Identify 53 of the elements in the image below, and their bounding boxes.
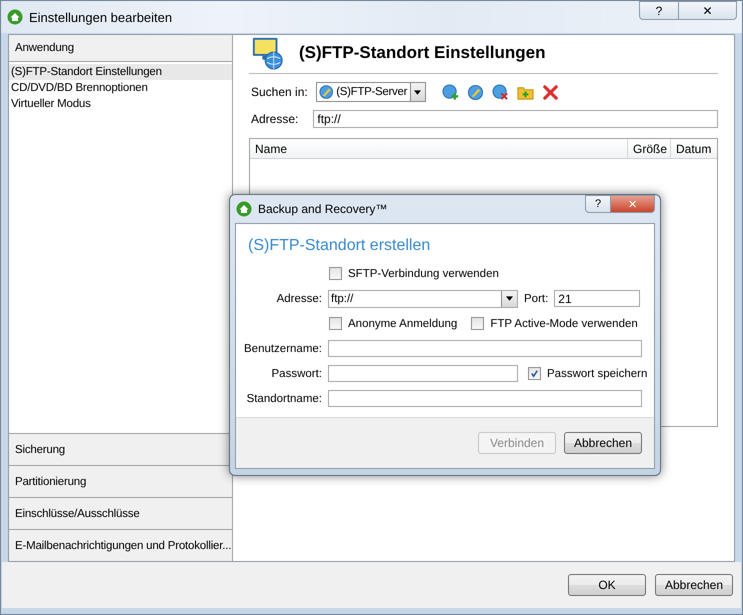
password-field[interactable]: [328, 365, 518, 382]
checkbox-label: FTP Active-Mode verwenden: [490, 318, 638, 330]
dialog-title: Backup and Recovery™: [258, 202, 388, 216]
section-header[interactable]: E-Mailbenachrichtigungen und Protokollier...: [9, 529, 232, 561]
help-button[interactable]: ?: [639, 1, 679, 20]
column-header[interactable]: Größe: [628, 139, 671, 158]
location-dropdown[interactable]: (S)FTP-Server: [316, 82, 426, 102]
help-button[interactable]: ?: [585, 195, 611, 213]
checkbox[interactable]: [329, 267, 342, 280]
checkbox[interactable]: [528, 367, 541, 380]
section-header[interactable]: Anwendung: [9, 35, 232, 62]
field-label: Passwort:: [270, 368, 322, 380]
location-name-field[interactable]: [328, 390, 642, 407]
field-label: Standortname:: [246, 392, 322, 404]
checkbox-label: Anonyme Anmeldung: [348, 318, 458, 330]
globe-delete-icon[interactable]: [492, 84, 509, 100]
field-label: Adresse:: [251, 112, 298, 126]
window-title: Einstellungen bearbeiten: [29, 10, 172, 24]
column-header[interactable]: Name: [250, 139, 628, 158]
section-header[interactable]: Sicherung: [9, 433, 232, 465]
globe-pencil-icon[interactable]: [466, 84, 484, 100]
globe-plus-icon[interactable]: [442, 84, 459, 100]
close-button[interactable]: ✕: [679, 1, 737, 20]
address-field[interactable]: ftp://: [313, 110, 718, 128]
checkbox[interactable]: [329, 317, 342, 330]
checkbox-label: Passwort speichern: [547, 368, 648, 380]
app-icon: [7, 9, 23, 25]
dialog-heading: (S)FTP-Standort erstellen: [247, 236, 432, 256]
field-label: Adresse:: [276, 292, 322, 304]
sidebar-item[interactable]: CD/DVD/BD Brennoptionen: [9, 80, 232, 96]
checkbox-label: SFTP-Verbindung verwenden: [348, 268, 499, 280]
port-field[interactable]: 21: [554, 290, 640, 307]
dialog-button[interactable]: OK: [568, 574, 646, 596]
field-label: Suchen in:: [251, 85, 308, 99]
address-dropdown[interactable]: ftp://: [328, 290, 518, 308]
sidebar-item[interactable]: Virtueller Modus: [9, 96, 232, 112]
caret-icon: [414, 90, 422, 94]
delete-icon[interactable]: [542, 84, 559, 100]
column-header[interactable]: Datum: [671, 139, 717, 158]
globe-icon: [318, 84, 334, 100]
section-header[interactable]: Partitionierung: [9, 465, 232, 497]
username-field[interactable]: [328, 340, 642, 357]
sidebar-item[interactable]: (S)FTP-Standort Einstellungen: [9, 64, 232, 80]
field-label: Benutzername:: [243, 342, 322, 354]
field-label: Port:: [524, 292, 548, 304]
dialog-button[interactable]: Abbrechen: [655, 574, 733, 596]
app-icon: [236, 201, 252, 217]
checkbox[interactable]: [471, 317, 484, 330]
dialog-button[interactable]: Abbrechen: [564, 432, 642, 454]
caret-icon: [506, 296, 513, 301]
section-header[interactable]: Einschlüsse/Ausschlüsse: [9, 497, 232, 529]
monitor-globe-icon: [251, 36, 285, 70]
panel-title: (S)FTP-Standort Einstellungen: [299, 43, 546, 63]
